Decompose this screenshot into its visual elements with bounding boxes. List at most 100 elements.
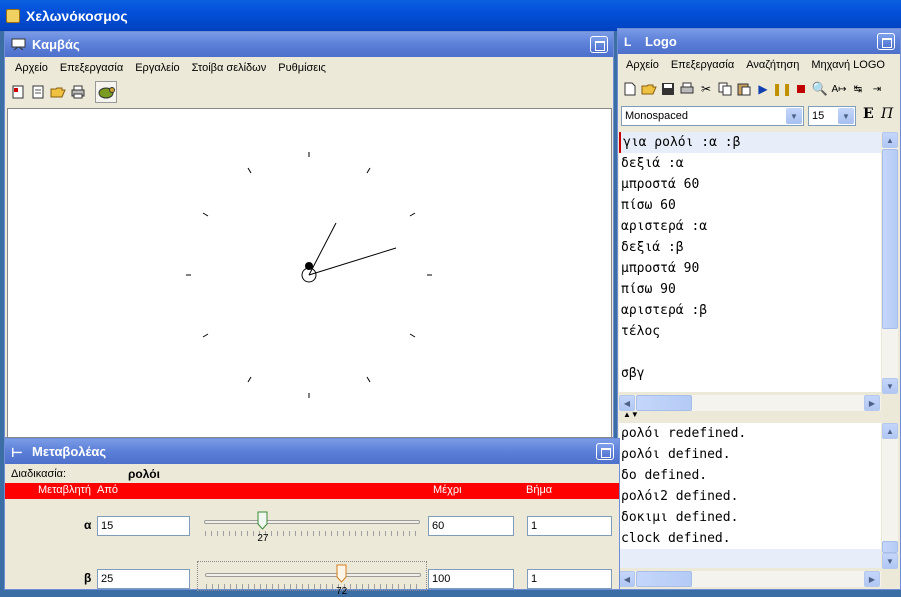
variables-maximize-button[interactable] xyxy=(596,443,614,460)
scroll-up-icon[interactable]: ▲ xyxy=(882,423,898,439)
logo-menu-file[interactable]: Αρχείο xyxy=(626,59,659,71)
turtle-canvas[interactable] xyxy=(7,108,612,438)
output-vertical-scrollbar[interactable]: ▲ ▼ xyxy=(882,423,898,569)
paste-icon[interactable] xyxy=(735,80,753,98)
canvas-menubar: Αρχείο Επεξεργασία Εργαλείο Στοίβα σελίδ… xyxy=(5,57,613,79)
scroll-left-icon[interactable]: ◀ xyxy=(619,395,635,411)
beta-slider-thumb[interactable] xyxy=(336,564,347,583)
font-size-select[interactable]: 15 ▼ xyxy=(808,106,856,126)
logo-menu-search[interactable]: Αναζήτηση xyxy=(746,59,799,71)
save-icon[interactable] xyxy=(659,80,677,98)
alpha-slider-thumb[interactable] xyxy=(257,511,268,530)
output-line: δο defined. xyxy=(621,468,708,483)
scroll-right-icon[interactable]: ▶ xyxy=(864,395,880,411)
beta-from-input[interactable]: 25 xyxy=(97,569,190,589)
open-folder-icon[interactable] xyxy=(640,80,658,98)
variables-title-bar[interactable]: ⊢ Μεταβολέας xyxy=(5,439,619,464)
turtle-icon[interactable] xyxy=(95,81,117,103)
canvas-menu-edit[interactable]: Επεξεργασία xyxy=(60,62,123,74)
main-window-title-bar[interactable]: Χελωνόκοσμος xyxy=(0,0,901,31)
alpha-to-input[interactable]: 60 xyxy=(428,516,514,536)
canvas-menu-settings[interactable]: Ρυθμίσεις xyxy=(278,62,326,74)
code-horizontal-scrollbar[interactable]: ◀ ▶ xyxy=(619,395,881,411)
indent-icon[interactable]: ⇥ xyxy=(868,80,886,98)
cut-icon[interactable]: ✂ xyxy=(697,80,715,98)
main-window-title: Χελωνόκοσμος xyxy=(26,7,128,24)
chevron-down-icon: ▼ xyxy=(838,108,854,124)
print-icon[interactable] xyxy=(69,83,87,101)
canvas-menu-file[interactable]: Αρχείο xyxy=(15,62,48,74)
italic-button[interactable]: Π xyxy=(881,106,893,122)
slider-frame-icon: ⊢ xyxy=(11,445,23,460)
procedure-name: ρολόι xyxy=(128,467,160,481)
turtle-app-icon xyxy=(6,8,20,23)
turtle-head xyxy=(305,262,313,270)
code-editor[interactable]: για ρολόι :α :β δεξιά :α μπροστά 60 πίσω… xyxy=(619,132,881,392)
output-horizontal-scrollbar[interactable]: ◀ ▶ xyxy=(619,571,881,587)
split-pane-divider[interactable]: ▲▼ xyxy=(618,410,900,421)
scroll-right-icon[interactable]: ▶ xyxy=(864,571,880,587)
scroll-thumb[interactable] xyxy=(882,149,898,329)
scroll-down-icon[interactable]: ▼ xyxy=(882,553,898,569)
new-document-icon[interactable] xyxy=(29,83,47,101)
canvas-toolbar xyxy=(5,79,613,105)
scroll-left-icon[interactable]: ◀ xyxy=(619,571,635,587)
canvas-maximize-button[interactable] xyxy=(590,36,608,53)
beta-slider-value: 72 xyxy=(336,586,348,597)
logo-menubar: Αρχείο Επεξεργασία Αναζήτηση Μηχανή LOGO xyxy=(618,54,900,76)
output-line: ρολόι redefined. xyxy=(621,426,747,441)
find-icon[interactable]: 🔍 xyxy=(811,80,829,98)
split-arrows-icon: ▲▼ xyxy=(623,410,639,419)
beta-step-input[interactable]: 1 xyxy=(527,569,612,589)
goto-icon[interactable]: ↹ xyxy=(849,80,867,98)
code-line: μπροστά 60 xyxy=(621,177,700,192)
font-family-select[interactable]: Monospaced ▼ xyxy=(621,106,804,126)
output-input-line[interactable] xyxy=(619,549,881,568)
scroll-up-icon[interactable]: ▲ xyxy=(882,132,898,148)
code-line: σβγ xyxy=(621,366,645,381)
alpha-from-input[interactable]: 15 xyxy=(97,516,190,536)
procedure-label: Διαδικασία: xyxy=(11,468,67,480)
stop-icon[interactable] xyxy=(792,80,810,98)
font-family-value: Monospaced xyxy=(625,110,688,122)
logo-maximize-button[interactable] xyxy=(877,33,895,50)
logo-frame: L Logo Αρχείο Επεξεργασία Αναζήτηση Μηχα… xyxy=(617,28,901,590)
variable-name-alpha: α xyxy=(84,518,92,532)
clock-drawing xyxy=(186,152,432,398)
code-line: τέλος xyxy=(621,324,661,339)
bold-button[interactable]: E xyxy=(863,106,874,122)
scroll-thumb[interactable] xyxy=(882,541,898,553)
canvas-menu-page-stack[interactable]: Στοίβα σελίδων xyxy=(192,62,267,74)
canvas-menu-tool[interactable]: Εργαλείο xyxy=(135,62,179,74)
code-line: για ρολόι :α :β xyxy=(619,132,881,153)
hour-tick xyxy=(366,376,371,383)
scroll-thumb[interactable] xyxy=(636,571,692,587)
alpha-slider-value: 27 xyxy=(257,533,269,544)
run-icon[interactable]: ▶ xyxy=(754,80,772,98)
print-icon[interactable] xyxy=(678,80,696,98)
beta-to-input[interactable]: 100 xyxy=(428,569,514,589)
logo-menu-engine[interactable]: Μηχανή LOGO xyxy=(811,59,885,71)
open-folder-icon[interactable] xyxy=(49,83,67,101)
scroll-down-icon[interactable]: ▼ xyxy=(882,378,898,394)
find-replace-icon[interactable]: A↦ xyxy=(830,80,848,98)
slider-ticks xyxy=(206,584,420,589)
logo-title-bar[interactable]: L Logo xyxy=(618,29,900,54)
pause-icon[interactable]: ❚❚ xyxy=(772,80,792,98)
new-file-icon[interactable] xyxy=(621,80,639,98)
alpha-slider[interactable]: 27 xyxy=(201,511,423,545)
new-page-icon[interactable] xyxy=(9,83,27,101)
code-vertical-scrollbar[interactable]: ▲ ▼ xyxy=(882,132,898,394)
copy-icon[interactable] xyxy=(716,80,734,98)
code-line: πίσω 90 xyxy=(621,282,676,297)
canvas-title-bar[interactable]: Καμβάς xyxy=(5,32,613,57)
hour-hand xyxy=(308,222,337,276)
variable-name-beta: β xyxy=(84,571,92,585)
hour-tick xyxy=(409,333,416,338)
beta-slider[interactable]: 72 xyxy=(197,561,427,597)
logo-menu-edit[interactable]: Επεξεργασία xyxy=(671,59,734,71)
code-line: πίσω 60 xyxy=(621,198,676,213)
alpha-step-input[interactable]: 1 xyxy=(527,516,612,536)
scroll-thumb[interactable] xyxy=(636,395,692,411)
output-console[interactable]: ρολόι redefined. ρολόι defined. δο defin… xyxy=(619,423,881,568)
